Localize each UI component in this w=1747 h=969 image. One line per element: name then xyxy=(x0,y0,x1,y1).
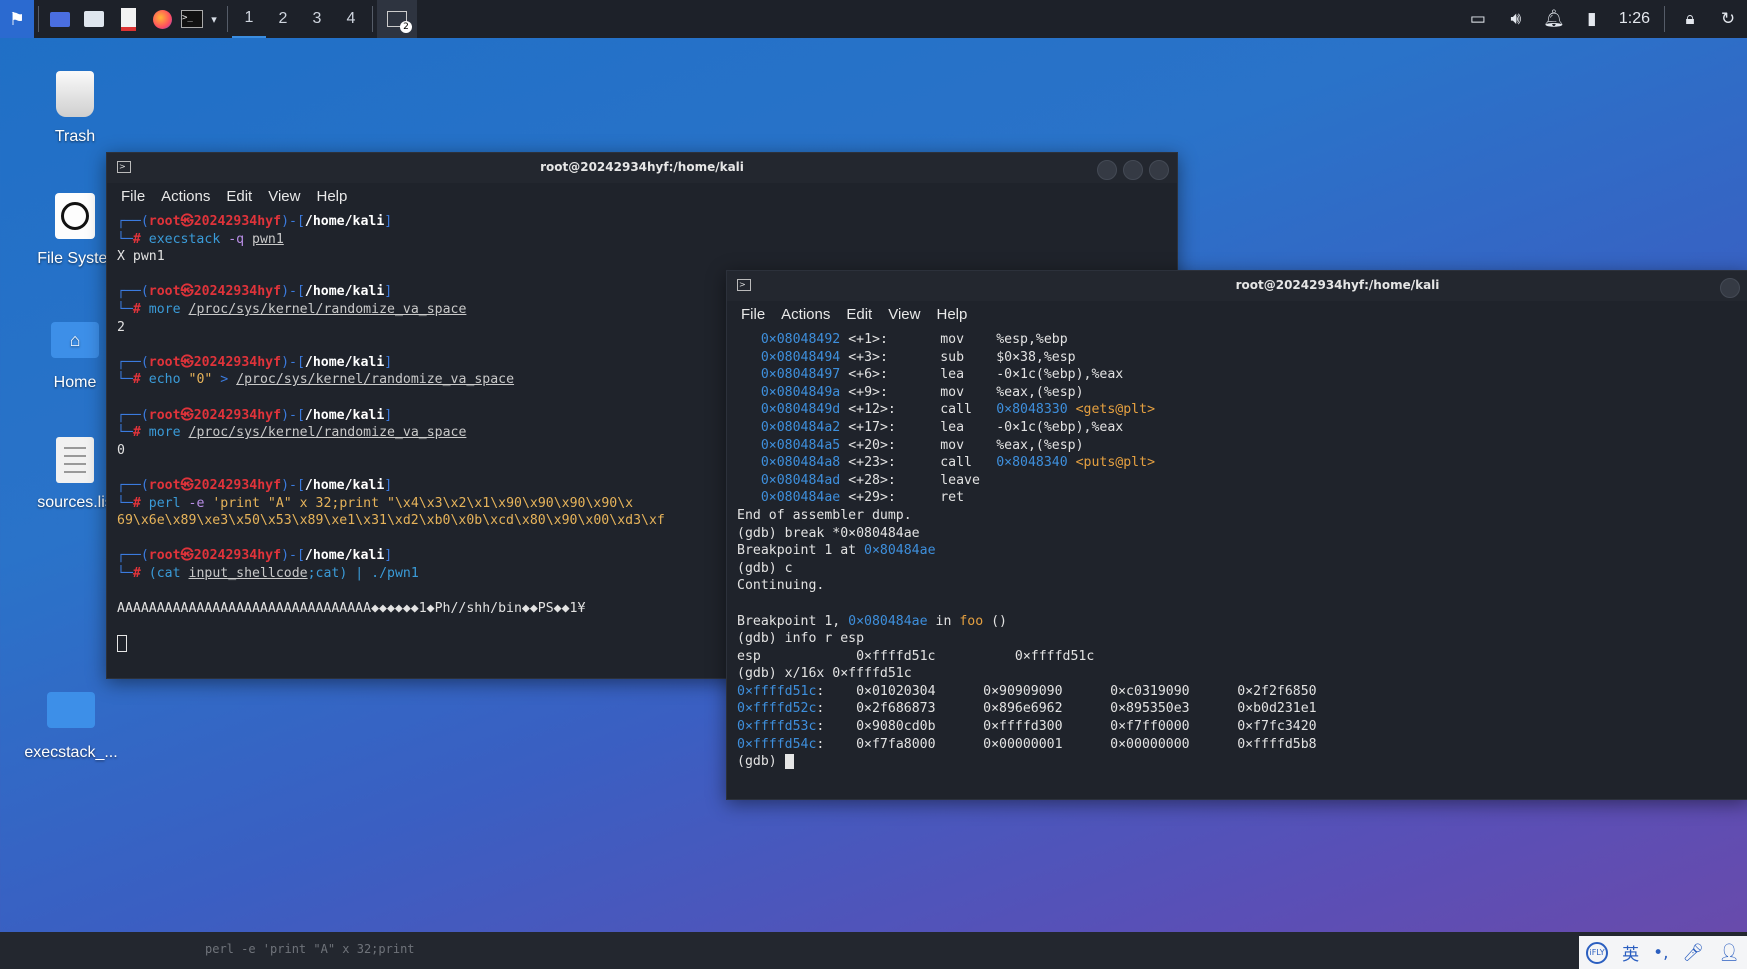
output-line: Breakpoint 1, 0×080484ae in foo () xyxy=(737,613,1007,629)
workspace-3[interactable]: 3 xyxy=(300,0,334,38)
memory-row: 0×ffffd53c: 0×9080cd0b 0×ffffd300 0×f7ff… xyxy=(737,719,1317,735)
volume-icon[interactable]: 🔊︎ xyxy=(1497,0,1535,38)
memory-row: 0×ffffd51c: 0×01020304 0×90909090 0×c031… xyxy=(737,683,1317,699)
text-editor-icon[interactable] xyxy=(111,0,145,38)
home-folder-icon: ⌂ xyxy=(51,322,99,358)
minimize-button[interactable] xyxy=(1097,160,1117,180)
window-count-badge: 2 xyxy=(400,21,412,33)
prompt-line: ┌──(root㉿20242934hyf)-[/home/kali] xyxy=(117,214,393,229)
system-tray: ▭ 🔊︎ 🔔︎ ▮ 1:26 🔒︎ ↻ xyxy=(1459,0,1747,38)
gdb-output[interactable]: 0×08048492 <+1>: mov %esp,%ebp 0×08048494 … xyxy=(727,327,1747,775)
taskbar: ⚑ >_ ▾ 1 2 3 4 2 ▭ 🔊︎ 🔔︎ ▮ 1:26 🔒︎ ↻ xyxy=(0,0,1747,38)
bell-icon[interactable]: 🔔︎ xyxy=(1535,0,1573,38)
taskbar-separator xyxy=(372,6,373,32)
workspace-1[interactable]: 1 xyxy=(232,0,266,38)
menu-actions[interactable]: Actions xyxy=(781,306,830,323)
output-line: Breakpoint 1 at 0×80484ae xyxy=(737,543,936,559)
menu-bar: File Actions Edit View Help xyxy=(107,183,1177,209)
iflytek-icon[interactable]: iFLY xyxy=(1586,941,1609,964)
trash-icon xyxy=(56,71,94,117)
terminal-icon: > xyxy=(737,279,751,291)
window-list-icon[interactable]: 2 xyxy=(377,0,417,38)
menu-bar: File Actions Edit View Help xyxy=(727,301,1747,327)
window-title: root@20242934hyf:/home/kali xyxy=(540,160,744,174)
menu-help[interactable]: Help xyxy=(936,306,967,323)
gdb-command: (gdb) x/16x 0×ffffd51c xyxy=(737,666,912,682)
menu-file[interactable]: File xyxy=(121,188,145,205)
output-line: End of assembler dump. xyxy=(737,507,912,523)
close-button[interactable] xyxy=(1149,160,1169,180)
menu-file[interactable]: File xyxy=(741,306,765,323)
disasm-row: 0×080484a2 <+17>: lea -0×1c(%ebp),%eax xyxy=(760,419,1124,435)
disasm-row: 0×0804849a <+9>: mov %eax,(%esp) xyxy=(760,384,1084,400)
memory-dump: 0×ffffd51c: 0×01020304 0×90909090 0×c031… xyxy=(737,683,1738,753)
power-icon[interactable]: ↻ xyxy=(1709,0,1747,38)
menu-view[interactable]: View xyxy=(268,188,300,205)
output-line: X pwn1 xyxy=(117,249,165,265)
folder-icon xyxy=(47,692,95,728)
register-line: esp 0×ffffd51c 0×ffffd51c xyxy=(737,648,1095,664)
text-file-icon xyxy=(56,437,94,483)
disasm-row: 0×08048494 <+3>: sub $0×38,%esp xyxy=(760,349,1076,365)
window-title: root@20242934hyf:/home/kali xyxy=(1235,278,1440,292)
user-icon[interactable]: 👤︎ xyxy=(1718,943,1740,963)
ime-tray: iFLY 英 •, 🎤︎ 👤︎ xyxy=(1579,936,1747,969)
terminal-icon[interactable]: >_ xyxy=(179,0,205,38)
desktop-icon-label: execstack_... xyxy=(24,744,118,761)
drive-icon xyxy=(55,193,95,239)
window-titlebar[interactable]: > root@20242934hyf:/home/kali xyxy=(727,271,1747,301)
battery-icon[interactable]: ▮ xyxy=(1573,0,1611,38)
text-cursor xyxy=(784,753,794,769)
desktop-icon[interactable] xyxy=(43,0,77,38)
taskbar-separator xyxy=(227,6,228,32)
menu-help[interactable]: Help xyxy=(316,188,347,205)
menu-edit[interactable]: Edit xyxy=(846,306,872,323)
lock-icon[interactable]: 🔒︎ xyxy=(1671,0,1709,38)
menu-edit[interactable]: Edit xyxy=(226,188,252,205)
maximize-button[interactable] xyxy=(1123,160,1143,180)
gdb-command: (gdb) break *0×080484ae xyxy=(737,525,920,541)
memory-row: 0×ffffd52c: 0×2f686873 0×896e6962 0×8953… xyxy=(737,701,1317,717)
output-line: Continuing. xyxy=(737,578,825,594)
ghost-text: perl -e 'print "A" x 32;print xyxy=(205,942,415,956)
gdb-command: (gdb) c xyxy=(737,560,793,576)
disasm-row: 0×0804849d <+12>: call 0×8048330 <gets@plt… xyxy=(760,402,1156,418)
microphone-icon[interactable]: 🎤︎ xyxy=(1683,943,1705,963)
files-icon[interactable] xyxy=(77,0,111,38)
menu-actions[interactable]: Actions xyxy=(161,188,210,205)
disassembly: 0×08048492 <+1>: mov %esp,%ebp 0×08048494 … xyxy=(737,331,1738,507)
command-line: └─# execstack -q pwn1 xyxy=(117,231,284,247)
clock[interactable]: 1:26 xyxy=(1611,10,1658,28)
memory-row: 0×ffffd54c: 0×f7fa8000 0×00000001 0×0000… xyxy=(737,736,1317,752)
firefox-icon[interactable] xyxy=(145,0,179,38)
workspace-4[interactable]: 4 xyxy=(334,0,368,38)
workspace-2[interactable]: 2 xyxy=(266,0,300,38)
disasm-row: 0×080484ad <+28>: leave xyxy=(760,472,980,488)
text-cursor xyxy=(117,635,127,653)
gdb-prompt-line[interactable]: (gdb) xyxy=(737,753,1738,771)
desktop-icon-trash[interactable]: Trash xyxy=(20,64,130,146)
disasm-row: 0×080484ae <+29>: ret xyxy=(760,490,965,506)
taskbar-launchers: ⚑ >_ ▾ 1 2 3 4 2 xyxy=(0,0,417,38)
desktop-icon-execstack[interactable]: execstack_... xyxy=(16,680,126,762)
kali-menu-icon[interactable]: ⚑ xyxy=(0,0,34,38)
terminal-window-2[interactable]: > root@20242934hyf:/home/kali File Actio… xyxy=(726,270,1747,800)
punctuation-icon[interactable]: •, xyxy=(1653,943,1668,963)
taskbar-separator xyxy=(38,6,39,32)
disasm-row: 0×08048497 <+6>: lea -0×1c(%ebp),%eax xyxy=(760,367,1124,383)
minimize-button[interactable] xyxy=(1720,278,1740,298)
window-titlebar[interactable]: > root@20242934hyf:/home/kali xyxy=(107,153,1177,183)
disasm-row: 0×08048492 <+1>: mov %esp,%ebp xyxy=(760,332,1068,347)
language-toggle[interactable]: 英 xyxy=(1622,940,1639,965)
menu-view[interactable]: View xyxy=(888,306,920,323)
disasm-row: 0×080484a5 <+20>: mov %eax,(%esp) xyxy=(760,437,1084,453)
gdb-command: (gdb) info r esp xyxy=(737,631,865,647)
tray-separator xyxy=(1664,6,1665,32)
desktop-icon-label: Trash xyxy=(54,128,96,145)
display-icon[interactable]: ▭ xyxy=(1459,0,1497,38)
bottom-panel: perl -e 'print "A" x 32;print xyxy=(0,932,1747,969)
disasm-row: 0×080484a8 <+23>: call 0×8048340 <puts@plt… xyxy=(760,455,1156,471)
chevron-down-icon[interactable]: ▾ xyxy=(205,0,223,38)
